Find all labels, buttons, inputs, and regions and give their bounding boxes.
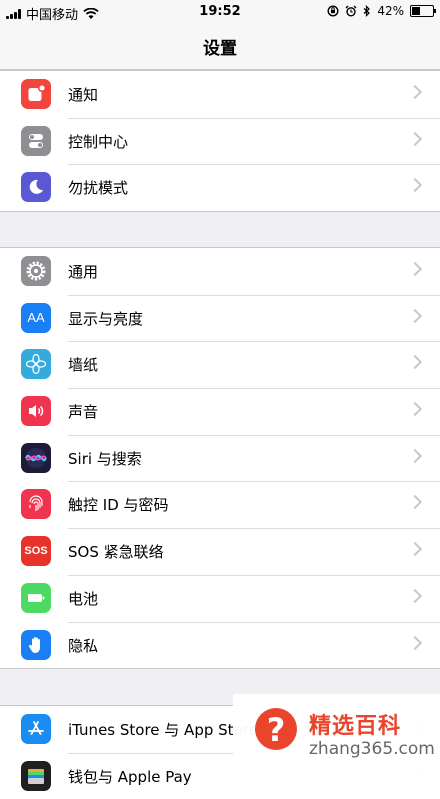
fingerprint-icon [21, 489, 51, 520]
settings-row-control-center[interactable]: 控制中心 [0, 117, 440, 165]
settings-row-emergency-sos[interactable]: SOS SOS 紧急联络 [0, 528, 440, 575]
moon-icon [21, 172, 51, 203]
settings-row-label: 显示与亮度 [68, 309, 144, 328]
speaker-icon [21, 396, 51, 427]
watermark-logo: ? [255, 708, 297, 750]
settings-row-wallpaper[interactable]: 墙纸 [0, 341, 440, 388]
battery-icon [410, 5, 436, 17]
settings-row-label: 控制中心 [68, 132, 129, 151]
siri-icon [21, 442, 51, 473]
settings-row-label: 触控 ID 与密码 [68, 496, 169, 515]
chevron-right-icon [407, 308, 423, 323]
settings-group-1: 通知 控制中心 勿扰模式 [0, 70, 440, 213]
battery-fill [412, 7, 420, 15]
chevron-right-icon [407, 131, 423, 146]
chevron-right-icon [407, 635, 423, 650]
status-bar: 中国移动 19:52 42% [0, 0, 440, 24]
chevron-right-icon [407, 401, 423, 417]
settings-group-2: 通用 AA 显示与亮度 墙纸 声音 Siri 与搜索 触控 ID 与密码 SOS… [0, 247, 440, 670]
wallpaper-icon [21, 349, 51, 380]
chevron-right-icon [407, 588, 423, 603]
app-store-icon [21, 714, 51, 744]
settings-row-label: 声音 [68, 403, 99, 422]
watermark: ? 精选百科 zhang365.com [233, 694, 440, 782]
control-center-icon [21, 125, 51, 156]
settings-row-label: 勿扰模式 [68, 179, 129, 198]
sos-icon-glyph: SOS [24, 545, 48, 558]
settings-row-privacy[interactable]: 隐私 [0, 621, 440, 669]
settings-row-label: 墙纸 [68, 356, 99, 375]
display-icon: AA [21, 302, 51, 333]
wallet-icon [21, 760, 51, 791]
bluetooth-icon [363, 5, 371, 17]
settings-row-label: 通知 [68, 86, 99, 104]
alarm-icon [345, 5, 357, 17]
settings-row-general[interactable]: 通用 [0, 248, 440, 295]
settings-row-battery[interactable]: 电池 [0, 574, 440, 622]
settings-row-label: Siri 与搜索 [68, 449, 142, 468]
watermark-title: 精选百科 [309, 714, 402, 739]
settings-row-label: iTunes Store 与 App Store [68, 721, 258, 739]
chevron-right-icon [407, 178, 423, 193]
status-right: 42% [327, 4, 436, 18]
battery-setting-icon [21, 582, 51, 613]
chevron-right-icon [407, 448, 423, 463]
chevron-right-icon [407, 542, 423, 557]
settings-row-label: 电池 [68, 589, 99, 608]
rotation-lock-icon [327, 5, 339, 17]
settings-row-sounds[interactable]: 声音 [0, 388, 440, 435]
chevron-right-icon [407, 355, 423, 370]
gear-icon [21, 256, 51, 286]
settings-row-label: 通用 [68, 263, 99, 281]
settings-row-label: SOS 紧急联络 [68, 543, 164, 562]
display-icon-glyph: AA [27, 310, 45, 326]
chevron-right-icon [407, 84, 423, 100]
settings-row-do-not-disturb[interactable]: 勿扰模式 [0, 164, 440, 211]
chevron-right-icon [407, 261, 423, 277]
settings-row-notifications[interactable]: 通知 [0, 71, 440, 118]
battery-percent: 42% [377, 4, 404, 18]
settings-row-touch-id[interactable]: 触控 ID 与密码 [0, 481, 440, 528]
settings-row-label: 隐私 [68, 636, 99, 655]
navigation-bar: 设置 [0, 24, 440, 70]
notifications-icon [21, 79, 51, 109]
chevron-right-icon [407, 495, 423, 510]
settings-row-label: 钱包与 Apple Pay [68, 767, 192, 786]
page-title: 设置 [203, 39, 237, 59]
settings-row-display-brightness[interactable]: AA 显示与亮度 [0, 294, 440, 342]
sos-icon: SOS [21, 536, 51, 567]
hand-icon [21, 629, 51, 660]
watermark-url: zhang365.com [309, 739, 435, 759]
settings-row-siri-search[interactable]: Siri 与搜索 [0, 434, 440, 482]
